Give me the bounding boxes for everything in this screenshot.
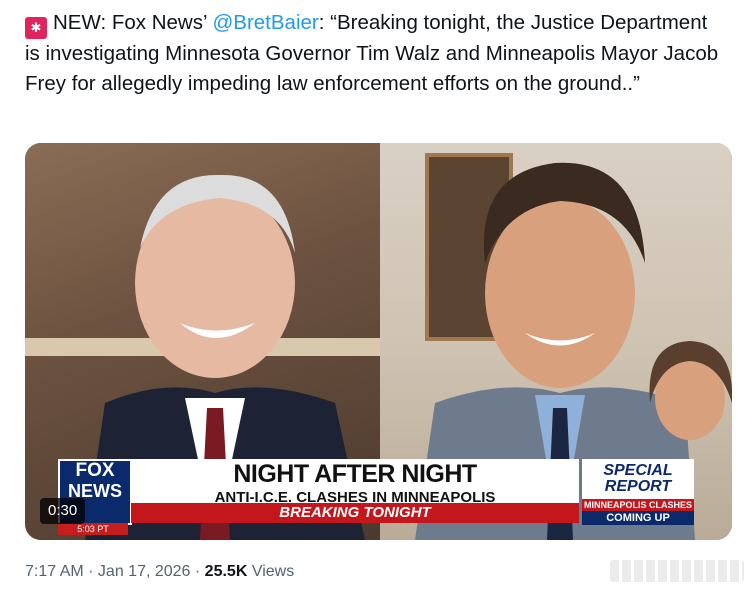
tweet-meta: 7:17 AM · Jan 17, 2026 · 25.5K Views	[25, 563, 294, 581]
special-report-line1: SPECIAL	[603, 462, 673, 479]
views-count: 25.5K	[204, 563, 248, 580]
meta-separator: ·	[190, 563, 205, 580]
special-report-line2: REPORT	[604, 478, 672, 495]
video-duration-badge: 0:30	[40, 498, 86, 524]
mention-link[interactable]: @BretBaier	[212, 11, 318, 34]
meta-separator: ·	[83, 563, 98, 580]
views-label: Views	[247, 563, 295, 580]
police-siren-emoji-icon: ✱	[25, 17, 47, 39]
special-report-line4: COMING UP	[582, 511, 694, 525]
special-report-box: SPECIAL REPORT MINNEAPOLIS CLASHES COMIN…	[582, 459, 694, 525]
breaking-tonight-strap: BREAKING TONIGHT	[131, 503, 579, 523]
tweet-time[interactable]: 7:17 AM	[25, 563, 84, 580]
video-player[interactable]: FOX NEWS 5:03 PT NIGHT AFTER NIGHT ANTI-…	[25, 143, 732, 540]
fox-logo-line1: FOX	[75, 460, 115, 481]
tweet-date[interactable]: Jan 17, 2026	[98, 563, 191, 580]
watermark-logo	[610, 560, 744, 582]
person-background-image	[649, 341, 732, 440]
tweet-text: ✱ NEW: Fox News’ @BretBaier: “Breaking to…	[25, 8, 725, 99]
special-report-line3: MINNEAPOLIS CLASHES	[582, 499, 694, 511]
chyron-headline: NIGHT AFTER NIGHT	[233, 460, 477, 488]
fox-logo-time: 5:03 PT	[58, 523, 128, 535]
tweet-prefix: NEW: Fox News’	[53, 11, 213, 34]
